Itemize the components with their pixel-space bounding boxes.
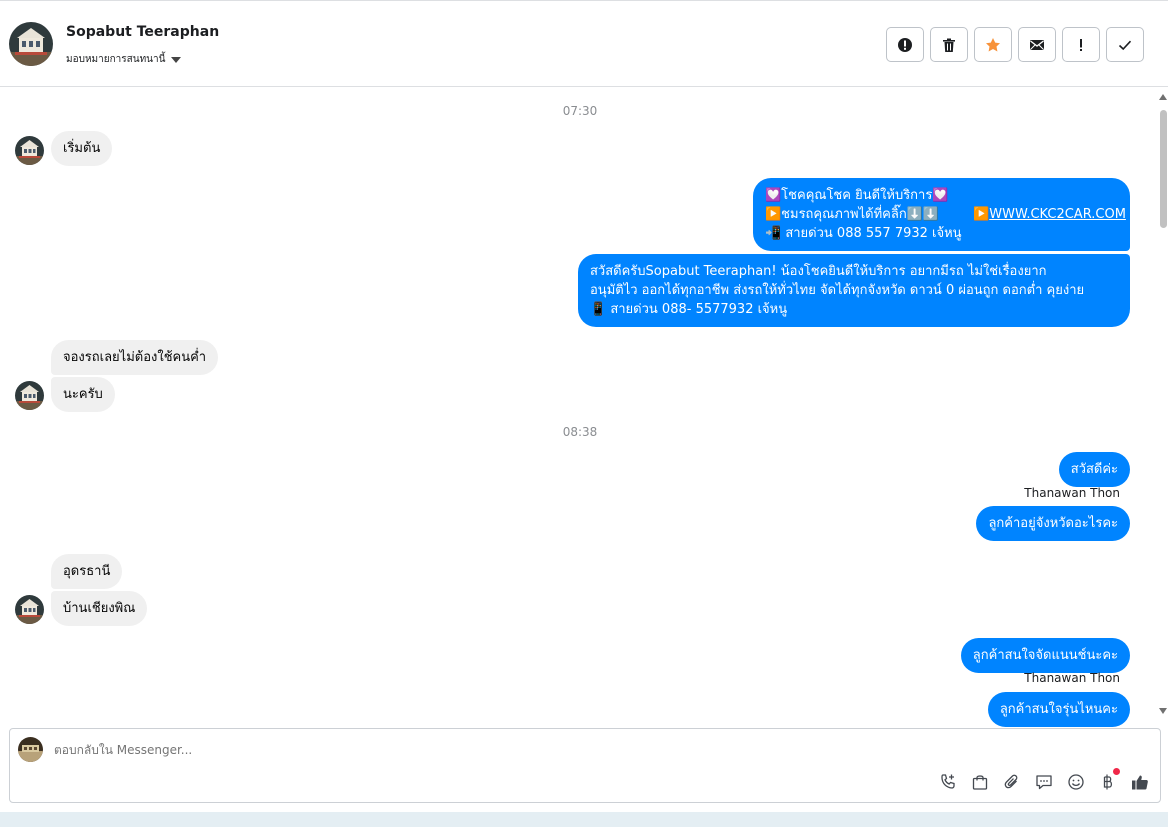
done-button[interactable] — [1106, 27, 1144, 62]
message-thread[interactable]: 07:30 เริ่มต้น 💟โชคคุณโชค ยินดีให้บริการ… — [0, 88, 1158, 728]
shop-button[interactable] — [970, 772, 990, 792]
greeting-line-1: สวัสดีครับSopabut Teeraphan! น้องโชคยินด… — [590, 264, 1047, 279]
contact-avatar-small[interactable] — [15, 595, 44, 624]
promo-link[interactable]: WWW.CKC2CAR.COM — [989, 207, 1126, 222]
paperclip-icon — [1004, 774, 1018, 789]
sender-name: Thanawan Thon — [1024, 486, 1120, 500]
incoming-message[interactable]: อุดรธานี — [51, 554, 123, 589]
assign-conversation-dropdown[interactable]: มอบหมายการสนทนานี้ — [66, 52, 182, 67]
sender-name: Thanawan Thon — [1024, 671, 1120, 685]
exclamation-icon — [1080, 38, 1082, 51]
contact-name[interactable]: Sopabut Teeraphan — [66, 24, 219, 40]
scroll-down-arrow-icon[interactable] — [1159, 708, 1167, 714]
messenger-conversation-window: Sopabut Teeraphan มอบหมายการสนทนานี้ 07:… — [0, 0, 1168, 827]
outgoing-message[interactable]: ลูกค้าอยู่จังหวัดอะไรคะ — [976, 506, 1130, 541]
phone-add-icon — [941, 774, 955, 789]
timestamp: 08:38 — [562, 425, 598, 439]
reply-composer — [9, 728, 1161, 803]
follow-up-button[interactable] — [1062, 27, 1100, 62]
notification-dot — [1113, 768, 1120, 775]
incoming-message[interactable]: จองรถเลยไม่ต้องใช้คนค่ำ — [51, 340, 219, 375]
payment-button[interactable] — [1098, 768, 1120, 792]
assign-label: มอบหมายการสนทนานี้ — [66, 54, 166, 65]
check-icon — [1118, 40, 1132, 50]
incoming-message[interactable]: เริ่มต้น — [51, 131, 113, 166]
conversation-header: Sopabut Teeraphan มอบหมายการสนทนานี้ — [0, 0, 1168, 87]
smiley-icon — [1068, 774, 1084, 790]
attach-button[interactable] — [1002, 772, 1022, 792]
greeting-line-3: 📱 สายด่วน 088- 5577932 เจ้หนู — [590, 302, 788, 317]
scroll-up-arrow-icon[interactable] — [1159, 94, 1167, 100]
mark-unread-button[interactable] — [1018, 27, 1056, 62]
outgoing-message-promo[interactable]: 💟โชคคุณโชค ยินดีให้บริการ💟 ▶️ชมรถคุณภาพไ… — [753, 178, 1130, 251]
trash-icon — [943, 38, 955, 52]
outgoing-message[interactable]: สวัสดีค่ะ — [1058, 452, 1130, 487]
header-actions — [886, 27, 1144, 62]
timestamp: 07:30 — [562, 104, 598, 118]
outgoing-message[interactable]: ลูกค้าสนใจรุ่นไหนคะ — [987, 692, 1130, 727]
caret-down-icon — [171, 56, 182, 63]
baht-icon — [1103, 774, 1113, 790]
composer-toolbar — [938, 768, 1150, 792]
outgoing-message[interactable]: ลูกค้าสนใจจัดแนนช์นะคะ — [960, 638, 1130, 673]
envelope-icon — [1030, 39, 1044, 50]
like-button[interactable] — [1130, 772, 1150, 792]
contact-avatar[interactable] — [9, 22, 53, 66]
contact-avatar-small[interactable] — [15, 136, 44, 165]
thread-scrollbar[interactable] — [1158, 92, 1168, 714]
delete-button[interactable] — [930, 27, 968, 62]
incoming-message[interactable]: นะครับ — [51, 377, 115, 412]
contact-avatar-small[interactable] — [15, 381, 44, 410]
call-request-button[interactable] — [938, 772, 958, 792]
page-footer-strip — [0, 812, 1168, 827]
chat-bubble-icon — [1036, 775, 1052, 790]
alert-circle-icon — [898, 37, 912, 52]
star-button[interactable] — [974, 27, 1012, 62]
reply-input[interactable] — [54, 743, 854, 757]
star-icon — [986, 37, 1000, 51]
saved-replies-button[interactable] — [1034, 772, 1054, 792]
promo-line-2: ▶️ชมรถคุณภาพได้ที่คลิ๊ก⬇️⬇️ ▶️WWW.CKC2CAR… — [765, 207, 1126, 222]
greeting-line-2: อนุมัติไว ออกได้ทุกอาชีพ ส่งรถให้ทั่วไทย… — [590, 283, 1085, 298]
incoming-message[interactable]: บ้านเชียงพิณ — [51, 591, 148, 626]
promo-line-1: 💟โชคคุณโชค ยินดีให้บริการ💟 — [765, 188, 949, 203]
emoji-button[interactable] — [1066, 772, 1086, 792]
promo-line-3: 📲 สายด่วน 088 557 7932 เจ้หนู — [765, 226, 962, 241]
thumbs-up-icon — [1132, 775, 1148, 790]
page-avatar — [18, 737, 43, 762]
outgoing-message-greeting[interactable]: สวัสดีครับSopabut Teeraphan! น้องโชคยินด… — [578, 254, 1130, 327]
scrollbar-thumb[interactable] — [1160, 110, 1167, 228]
spam-button[interactable] — [886, 27, 924, 62]
shopping-bag-icon — [972, 775, 988, 790]
